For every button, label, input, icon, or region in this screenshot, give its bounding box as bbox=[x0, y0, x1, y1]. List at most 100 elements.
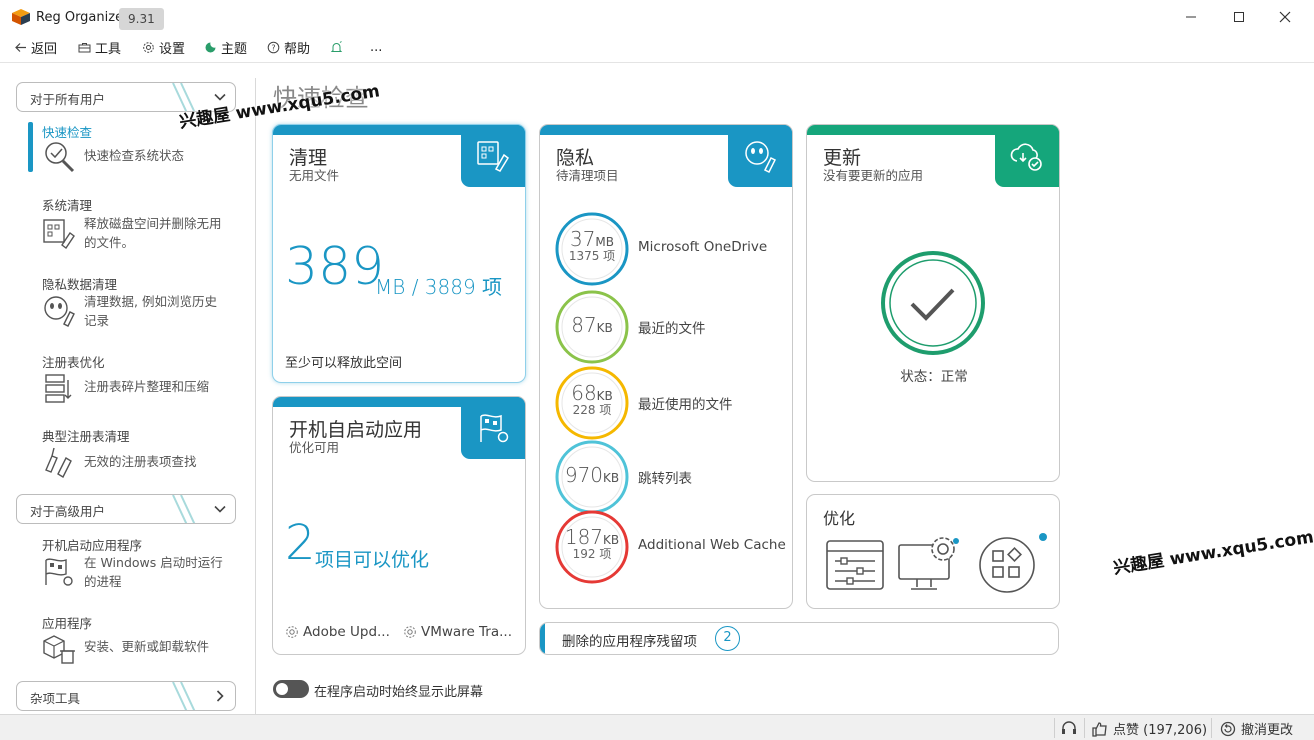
chevron-right-icon bbox=[216, 690, 224, 702]
back-button[interactable]: 返回 bbox=[14, 36, 57, 58]
sidebar-item-registry-cleanup[interactable]: 典型注册表清理 无效的注册表项查找 bbox=[42, 426, 242, 478]
cleanup-size-unit: MB / 3889 项 bbox=[375, 275, 503, 299]
help-menu[interactable]: ? 帮助 bbox=[267, 36, 310, 58]
theme-menu[interactable]: 主题 bbox=[204, 36, 247, 58]
theme-label: 主题 bbox=[221, 41, 248, 57]
privacy-row[interactable]: 187KB 192 项 Additional Web Cache bbox=[554, 509, 792, 585]
back-label: 返回 bbox=[31, 41, 58, 57]
gear-icon bbox=[143, 41, 154, 53]
card-icon-tab bbox=[461, 397, 525, 459]
gear-icon bbox=[404, 626, 416, 638]
decor-stripes bbox=[172, 682, 196, 710]
notifications-button[interactable] bbox=[330, 36, 343, 58]
sidebar-item-title: 隐私数据清理 bbox=[42, 277, 118, 292]
privacy-row[interactable]: 37MB 1375 项 Microsoft OneDrive bbox=[554, 211, 792, 287]
privacy-unit: KB bbox=[603, 471, 620, 485]
group-misc-label: 杂项工具 bbox=[30, 691, 81, 706]
privacy-subtitle: 待清理项目 bbox=[556, 168, 619, 183]
card-icon-tab bbox=[728, 125, 792, 187]
status-separator bbox=[1054, 718, 1055, 738]
update-card[interactable]: 更新 没有要更新的应用 状态：正常 bbox=[806, 124, 1060, 482]
app-logo-icon bbox=[12, 9, 30, 25]
undo-label: 撤消更改 bbox=[1241, 723, 1294, 738]
privacy-row[interactable]: 87KB 最近的文件 bbox=[554, 289, 792, 365]
card-icon-tab bbox=[461, 125, 525, 187]
help-label: 帮助 bbox=[284, 41, 311, 57]
sidebar-item-desc: 安装、更新或卸载软件 bbox=[84, 639, 210, 654]
headset-icon[interactable] bbox=[1061, 720, 1077, 736]
startup-app-item[interactable]: Adobe Upd... bbox=[285, 624, 390, 640]
bell-icon bbox=[330, 40, 343, 52]
sidebar-divider bbox=[255, 78, 256, 714]
minimize-button[interactable] bbox=[1168, 0, 1214, 34]
cleanup-card[interactable]: 清理 无用文件 389 MB / 3889 项 至少可以释放此空间 bbox=[272, 124, 526, 383]
startup-count-label: 项目可以优化 bbox=[315, 549, 430, 571]
maximize-button[interactable] bbox=[1216, 0, 1262, 34]
optimize-card[interactable]: 优化 bbox=[806, 494, 1060, 609]
tools-menu[interactable]: 工具 bbox=[78, 36, 121, 58]
sidebar-item-privacy-cleanup[interactable]: 隐私数据清理 清理数据, 例如浏览历史记录 bbox=[42, 274, 242, 334]
leftovers-accent bbox=[540, 623, 545, 654]
like-button[interactable]: 点赞 (197,206) bbox=[1092, 719, 1207, 738]
magnifier-check-icon bbox=[45, 142, 75, 173]
close-icon bbox=[1279, 11, 1291, 23]
privacy-ring-text: 87KB bbox=[554, 313, 630, 337]
sidebar-item-title: 开机启动应用程序 bbox=[42, 538, 143, 553]
privacy-row-label: Additional Web Cache bbox=[638, 537, 786, 553]
toolbox-icon bbox=[78, 42, 91, 52]
sidebar-item-startup-apps[interactable]: 开机启动应用程序 在 Windows 启动时运行的进程 bbox=[42, 535, 242, 595]
privacy-broom-icon bbox=[44, 296, 75, 327]
watermark: 兴趣屋 www.xqu5.com bbox=[1112, 527, 1314, 579]
close-button[interactable] bbox=[1262, 0, 1308, 34]
privacy-value: 87 bbox=[571, 313, 597, 337]
sidebar-item-title: 系统清理 bbox=[42, 198, 93, 213]
settings-label: 设置 bbox=[159, 41, 186, 57]
sidebar-item-desc: 在 Windows 启动时运行的进程 bbox=[84, 555, 223, 589]
more-button[interactable]: ... bbox=[370, 36, 382, 58]
title-bar: Reg Organizer 9.31 bbox=[0, 0, 1314, 34]
always-show-toggle[interactable] bbox=[273, 680, 309, 698]
group-misc-tools[interactable]: 杂项工具 bbox=[16, 681, 236, 711]
undo-changes-button[interactable]: 撤消更改 bbox=[1220, 719, 1293, 738]
privacy-value: 970 bbox=[564, 463, 604, 487]
cleanup-size-value: 389 bbox=[285, 237, 385, 297]
privacy-card[interactable]: 隐私 待清理项目 37MB 1375 项 Microsoft OneDrive 87K… bbox=[539, 124, 793, 609]
sidebar-item-desc: 清理数据, 例如浏览历史记录 bbox=[84, 294, 217, 328]
sliders-panel-icon[interactable] bbox=[825, 539, 885, 591]
like-label: 点赞 (197,206) bbox=[1113, 723, 1208, 738]
startup-card[interactable]: 开机自启动应用 优化可用 2 项目可以优化 Adobe Upd... VMwar… bbox=[272, 396, 526, 655]
group-advanced[interactable]: 对于高级用户 bbox=[16, 494, 236, 524]
privacy-row[interactable]: 970KB 跳转列表 bbox=[554, 439, 792, 515]
update-status: 状态：正常 bbox=[900, 369, 968, 385]
update-subtitle: 没有要更新的应用 bbox=[823, 168, 924, 183]
sidebar-item-registry-optimize[interactable]: 注册表优化 注册表碎片整理和压缩 bbox=[42, 352, 242, 404]
status-ok-icon bbox=[881, 251, 985, 355]
startup-app-item[interactable]: VMware Tra... bbox=[403, 624, 512, 640]
sidebar-item-quick-check[interactable]: 快速检查 快速检查系统状态 bbox=[42, 122, 242, 174]
sidebar-item-desc: 快速检查系统状态 bbox=[84, 148, 185, 163]
group-advanced-label: 对于高级用户 bbox=[30, 504, 106, 519]
cloud-check-icon bbox=[1010, 143, 1042, 171]
leftovers-count-badge: 2 bbox=[715, 626, 740, 651]
maximize-icon bbox=[1234, 12, 1244, 22]
privacy-row-label: 最近使用的文件 bbox=[638, 397, 733, 413]
settings-menu[interactable]: 设置 bbox=[142, 36, 185, 58]
privacy-ring-text: 68KB 228 项 bbox=[554, 381, 630, 418]
apps-grid-icon[interactable] bbox=[977, 533, 1055, 595]
monitor-gear-icon[interactable] bbox=[897, 535, 967, 595]
startup-app-label: VMware Tra... bbox=[421, 624, 513, 640]
sidebar-item-title: 典型注册表清理 bbox=[42, 429, 130, 444]
toolbar: 返回 工具 设置 主题 ? 帮助 ... bbox=[0, 36, 1314, 58]
privacy-row[interactable]: 68KB 228 项最近使用的文件 bbox=[554, 365, 792, 441]
privacy-broom-icon bbox=[745, 141, 777, 173]
app-version-badge: 9.31 bbox=[119, 8, 164, 30]
status-bar: 点赞 (197,206) 撤消更改 bbox=[0, 714, 1314, 740]
privacy-ring-text: 970KB bbox=[554, 463, 630, 487]
svg-text:?: ? bbox=[271, 43, 275, 52]
sidebar-item-system-cleanup[interactable]: 系统清理 释放磁盘空间并删除无用的文件。 bbox=[42, 195, 242, 255]
registry-defrag-icon bbox=[45, 374, 72, 403]
minimize-icon bbox=[1186, 16, 1196, 18]
sidebar-item-applications[interactable]: 应用程序 安装、更新或卸载软件 bbox=[42, 613, 242, 667]
optimize-title: 优化 bbox=[823, 509, 856, 528]
leftovers-bar[interactable]: 删除的应用程序残留项 2 bbox=[539, 622, 1059, 655]
